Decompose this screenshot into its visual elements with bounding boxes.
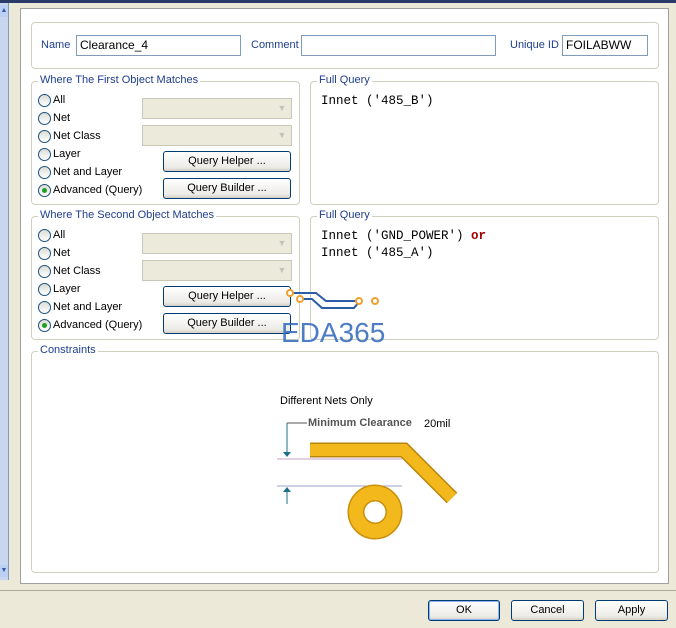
rule-editor-panel: Name Clearance_4 Comment Unique ID FOILA…: [20, 8, 669, 584]
rule-header-group: Name Clearance_4 Comment Unique ID FOILA…: [31, 22, 659, 69]
divider: [0, 590, 676, 591]
second-query-builder-button[interactable]: Query Builder ...: [163, 313, 291, 334]
radio-second-net[interactable]: Net: [38, 245, 70, 261]
name-input[interactable]: Clearance_4: [76, 35, 241, 56]
second-net-class-dropdown[interactable]: ▼: [142, 260, 292, 281]
first-object-title: Where The First Object Matches: [38, 74, 201, 86]
first-query-builder-button[interactable]: Query Builder ...: [163, 178, 291, 199]
scroll-up-icon[interactable]: ▲: [0, 5, 8, 17]
second-full-query-title: Full Query: [317, 209, 372, 221]
radio-first-net-class[interactable]: Net Class: [38, 128, 101, 144]
radio-second-net-and-layer[interactable]: Net and Layer: [38, 299, 122, 315]
first-full-query-title: Full Query: [317, 74, 372, 86]
name-label: Name: [41, 39, 71, 51]
unique-id-input[interactable]: FOILABWW: [562, 35, 648, 56]
radio-second-advanced[interactable]: Advanced (Query): [38, 317, 142, 333]
window-title-bar-edge: [0, 0, 676, 3]
radio-second-all[interactable]: All: [38, 227, 65, 243]
first-full-query-group: Full Query Innet ('485_B'): [310, 74, 659, 205]
constraints-title: Constraints: [38, 344, 98, 356]
radio-first-net-and-layer[interactable]: Net and Layer: [38, 164, 122, 180]
chevron-down-icon: ▼: [277, 130, 287, 140]
scroll-down-icon[interactable]: ▼: [0, 565, 8, 577]
radio-first-layer[interactable]: Layer: [38, 146, 81, 162]
tree-scrollbar[interactable]: ▲ ▼: [0, 3, 9, 580]
radio-first-advanced[interactable]: Advanced (Query): [38, 182, 142, 198]
second-object-title: Where The Second Object Matches: [38, 209, 217, 221]
clearance-diagram: [277, 422, 458, 540]
first-query-helper-button[interactable]: Query Helper ...: [163, 151, 291, 172]
ok-button[interactable]: OK: [428, 600, 500, 621]
eda365-watermark-logo: EDA365: [281, 289, 385, 348]
second-net-dropdown[interactable]: ▼: [142, 233, 292, 254]
scope-label: Different Nets Only: [280, 395, 373, 407]
svg-text:EDA365: EDA365: [281, 317, 385, 348]
radio-first-net[interactable]: Net: [38, 110, 70, 126]
first-query-text[interactable]: Innet ('485_B'): [321, 93, 434, 110]
first-net-dropdown[interactable]: ▼: [142, 98, 292, 119]
radio-first-all[interactable]: All: [38, 92, 65, 108]
query-operator: or: [471, 229, 487, 243]
second-query-text[interactable]: Innet ('GND_POWER') or Innet ('485_A'): [321, 228, 486, 262]
first-net-class-dropdown[interactable]: ▼: [142, 125, 292, 146]
apply-button[interactable]: Apply: [595, 600, 668, 621]
min-clearance-value[interactable]: 20mil: [424, 418, 450, 430]
chevron-down-icon: ▼: [277, 238, 287, 248]
comment-label: Comment: [251, 39, 299, 51]
chevron-down-icon: ▼: [277, 265, 287, 275]
unique-id-label: Unique ID: [510, 39, 559, 51]
min-clearance-label: Minimum Clearance: [308, 417, 412, 429]
constraints-group: Constraints Different Nets Only Minimum …: [31, 344, 659, 573]
comment-input[interactable]: [301, 35, 496, 56]
second-query-helper-button[interactable]: Query Helper ...: [163, 286, 291, 307]
cancel-button[interactable]: Cancel: [511, 600, 584, 621]
second-object-group: Where The Second Object Matches All Net …: [31, 209, 300, 340]
first-object-group: Where The First Object Matches All Net N…: [31, 74, 300, 205]
radio-second-net-class[interactable]: Net Class: [38, 263, 101, 279]
chevron-down-icon: ▼: [277, 103, 287, 113]
radio-second-layer[interactable]: Layer: [38, 281, 81, 297]
